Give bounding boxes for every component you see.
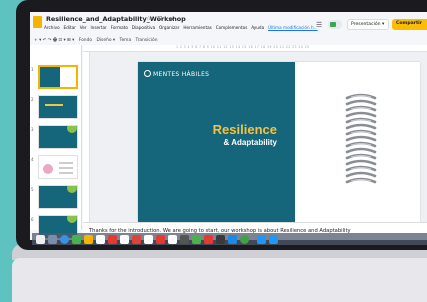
app-icon[interactable] [192, 235, 201, 244]
menu-complementos[interactable]: Complementos [216, 25, 248, 30]
launchpad-icon[interactable] [48, 235, 57, 244]
app-icon[interactable] [180, 235, 189, 244]
menu-herramientas[interactable]: Herramientas [183, 25, 212, 30]
vertical-ruler [83, 52, 90, 222]
toolbar: + ▾ ↶ ↷ 🖶 ⊡ ▾ ⊞ ▾ Fondo Diseño ▾ Tema Tr… [30, 34, 427, 44]
slide-thumbnail-2[interactable] [38, 95, 78, 119]
slide-thumbnail-5[interactable] [38, 185, 78, 209]
last-edit-link[interactable]: Última modificación h... [268, 25, 318, 30]
slide-subtitle[interactable]: & Adaptability [224, 138, 277, 147]
layout-button[interactable]: Diseño ▾ [96, 38, 115, 43]
notes-icon[interactable] [84, 235, 93, 244]
menu-organizar[interactable]: Organizar [159, 25, 179, 30]
star-move-cloud-icons[interactable]: ☆ ⊡ ☁ [146, 15, 176, 22]
theme-button[interactable]: Tema [120, 38, 132, 43]
share-button[interactable]: Compartir [392, 19, 427, 30]
horizontal-ruler: 1 2 3 4 5 6 7 8 9 10 11 12 13 14 15 16 1… [83, 45, 427, 52]
slides-logo-icon[interactable] [33, 16, 42, 28]
folder-icon[interactable] [269, 235, 278, 244]
slide-teal-panel: MENTES HÁBILES Resilience & Adaptability [138, 62, 295, 222]
folder-icon[interactable] [257, 235, 266, 244]
app-icon[interactable] [156, 235, 165, 244]
app-icon[interactable] [204, 235, 213, 244]
slide-number: 4 [31, 157, 34, 162]
slide-filmstrip: 1 2 3 4 5 6 [30, 45, 82, 239]
slide-number: 6 [31, 217, 34, 222]
calendar-icon[interactable] [96, 235, 105, 244]
menu-formato[interactable]: Formato [111, 25, 128, 30]
brand-text: MENTES HÁBILES [153, 71, 210, 78]
slide-thumbnail-4[interactable] [38, 155, 78, 179]
meet-icon[interactable] [328, 20, 342, 29]
laptop-screen: Resilience_and_Adaptability_Workshop ☆ ⊡… [30, 12, 427, 240]
photos-icon[interactable] [144, 235, 153, 244]
slide-thumbnail-1[interactable] [38, 65, 78, 89]
messages-icon[interactable] [72, 235, 81, 244]
current-slide[interactable]: MENTES HÁBILES Resilience & Adaptability [138, 62, 420, 222]
menu-ayuda[interactable]: Ayuda [251, 25, 264, 30]
slide-number: 3 [31, 127, 34, 132]
app-icon[interactable] [228, 235, 237, 244]
menu-bar: Archivo Editar Ver Insertar Formato Diap… [44, 25, 320, 30]
app-icon[interactable] [216, 235, 225, 244]
reminders-icon[interactable] [120, 235, 129, 244]
toolbar-edit-tools[interactable]: + ▾ ↶ ↷ 🖶 ⊡ ▾ ⊞ ▾ [34, 38, 74, 43]
slide-number: 2 [31, 97, 34, 102]
mac-dock [32, 233, 427, 245]
laptop-base [12, 258, 427, 302]
transition-button[interactable]: Transición [136, 38, 158, 43]
comment-history-icon[interactable]: ☰ [316, 21, 322, 29]
brand-mark-icon [144, 70, 151, 77]
menu-diapositiva[interactable]: Diapositiva [132, 25, 155, 30]
background-button[interactable]: Fondo [79, 38, 92, 43]
menu-editar[interactable]: Editar [64, 25, 76, 30]
slide-number: 5 [31, 187, 34, 192]
menu-ver[interactable]: Ver [80, 25, 87, 30]
slide-number: 1 [31, 67, 34, 72]
spring-image[interactable] [343, 92, 379, 187]
finder-icon[interactable] [36, 235, 45, 244]
menu-insertar[interactable]: Insertar [90, 25, 106, 30]
safari-icon[interactable] [60, 235, 69, 244]
present-button[interactable]: Presentación ▾ [347, 19, 389, 30]
music-icon[interactable] [108, 235, 117, 244]
brand-logo: MENTES HÁBILES [144, 70, 209, 78]
chrome-icon[interactable] [132, 235, 141, 244]
slide-thumbnail-3[interactable] [38, 125, 78, 149]
app-icon[interactable] [240, 235, 249, 244]
app-icon[interactable] [168, 235, 177, 244]
menu-archivo[interactable]: Archivo [44, 25, 60, 30]
slide-canvas[interactable]: MENTES HÁBILES Resilience & Adaptability [90, 52, 427, 222]
slide-title[interactable]: Resilience [213, 122, 277, 137]
